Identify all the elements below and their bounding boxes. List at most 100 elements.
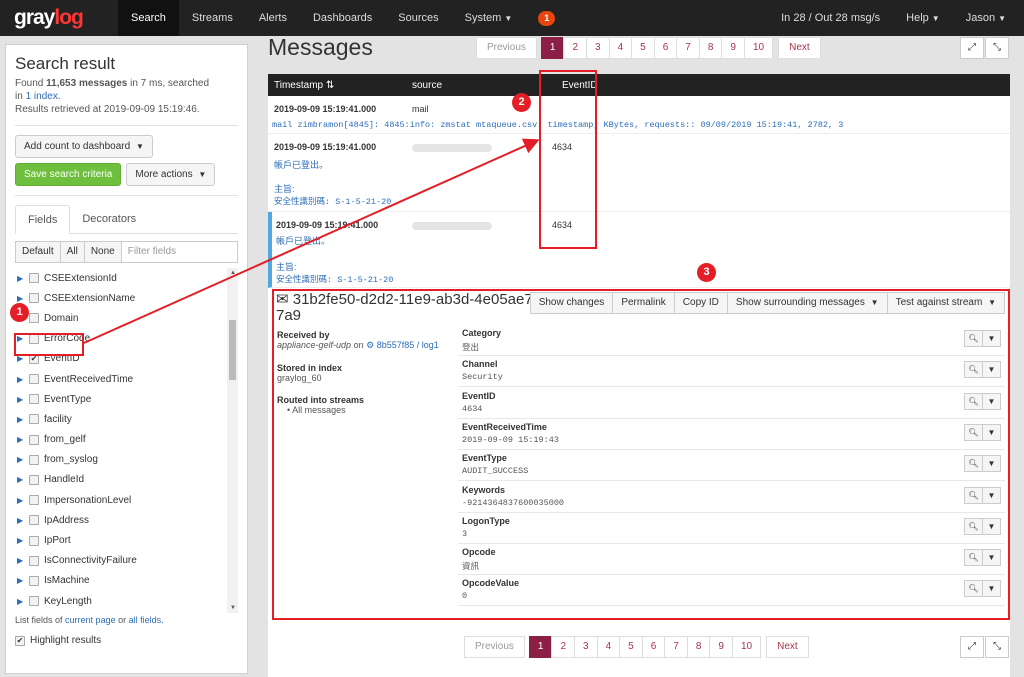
expand-triangle-icon[interactable]: ▶ [15, 475, 29, 484]
field-item[interactable]: ▶ IpPort [15, 530, 238, 550]
zoom-search-icon[interactable]: 🔍︎ [964, 549, 983, 567]
collapse-icon[interactable]: ⤡ [985, 37, 1009, 59]
throughput-indicator[interactable]: In 28 / Out 28 msg/s [768, 0, 893, 36]
nav-user[interactable]: Jason ▼ [953, 0, 1024, 36]
field-item[interactable]: ▶Domain [15, 308, 238, 328]
permalink-button[interactable]: Permalink [612, 292, 675, 314]
checkbox-checked-icon[interactable]: ✔ [29, 353, 39, 364]
node-link[interactable]: ⚙ 8b557f85 / log1 [366, 340, 439, 350]
col-timestamp[interactable]: Timestamp ⇅ [268, 80, 412, 91]
table-row-selected[interactable]: 2019-09-09 15:19:41.000 4634 帳戶已登出。 主旨: … [268, 212, 1010, 288]
pager-page[interactable]: 9 [721, 37, 745, 59]
pager-page[interactable]: 9 [709, 636, 733, 658]
zoom-search-icon[interactable]: 🔍︎ [964, 517, 983, 535]
expand-icon[interactable]: ⤢ [960, 37, 984, 59]
expand-triangle-icon[interactable]: ▶ [15, 496, 29, 505]
pager-page[interactable]: 10 [731, 636, 762, 658]
caret-down-icon[interactable]: ▼ [982, 423, 1001, 441]
sort-icon[interactable]: ⇅ [326, 80, 334, 91]
scroll-down-icon[interactable]: ▼ [230, 605, 236, 611]
col-source[interactable]: source [412, 80, 552, 91]
caret-down-icon[interactable]: ▼ [982, 517, 1001, 535]
pager-page[interactable]: 4 [608, 37, 633, 59]
all-fields-link[interactable]: all fields. [129, 615, 164, 625]
expand-icon[interactable]: ⤢ [960, 636, 984, 658]
checkbox-icon[interactable] [29, 434, 39, 445]
nav-alerts[interactable]: Alerts [246, 0, 300, 36]
checkbox-icon[interactable] [29, 374, 39, 385]
nav-streams[interactable]: Streams [179, 0, 246, 36]
checkbox-icon[interactable] [29, 293, 39, 304]
zoom-search-icon[interactable]: 🔍︎ [964, 580, 983, 598]
caret-down-icon[interactable]: ▼ [982, 330, 1001, 347]
checkbox-icon[interactable] [29, 414, 39, 425]
collapse-icon[interactable]: ⤡ [985, 636, 1009, 658]
expand-triangle-icon[interactable]: ▶ [15, 597, 29, 606]
pager-page[interactable]: 7 [664, 636, 688, 658]
add-count-button[interactable]: Add count to dashboard ▼ [15, 135, 153, 158]
caret-down-icon[interactable]: ▼ [982, 486, 1001, 504]
field-item[interactable]: ▶ EventType [15, 389, 238, 409]
filter-default-button[interactable]: Default [15, 241, 61, 263]
checkbox-icon[interactable] [29, 535, 39, 546]
notification-badge[interactable]: 1 [538, 11, 556, 26]
nav-system[interactable]: System ▼ [452, 0, 526, 36]
field-item[interactable]: ▶ IsMachine [15, 571, 238, 591]
col-eventid[interactable]: EventID [552, 80, 652, 91]
pager-page[interactable]: 2 [563, 37, 588, 59]
pager-page[interactable]: 6 [653, 37, 678, 59]
checkbox-icon[interactable] [29, 596, 39, 607]
notification-badge-wrap[interactable]: 1 [525, 0, 568, 36]
routed-stream-link[interactable]: • All messages [277, 405, 452, 415]
caret-down-icon[interactable]: ▼ [982, 361, 1001, 379]
checkbox-icon[interactable] [29, 273, 39, 284]
field-item[interactable]: ▶ ImpersonationLevel [15, 490, 238, 510]
nav-help[interactable]: Help ▼ [893, 0, 953, 36]
filter-fields-input[interactable]: Filter fields [121, 241, 238, 263]
caret-down-icon[interactable]: ▼ [982, 455, 1001, 473]
copy-id-button[interactable]: Copy ID [673, 292, 728, 314]
zoom-search-icon[interactable]: 🔍︎ [964, 330, 983, 347]
pager-page[interactable]: 2 [551, 636, 576, 658]
pager-previous[interactable]: Previous [476, 37, 537, 59]
caret-down-icon[interactable]: ▼ [982, 580, 1001, 598]
more-actions-button[interactable]: More actions ▼ [126, 163, 216, 186]
current-page-link[interactable]: current page [65, 615, 116, 625]
checkbox-icon[interactable] [29, 394, 39, 405]
checkbox-icon[interactable] [29, 313, 39, 324]
save-search-button[interactable]: Save search criteria [15, 163, 122, 186]
checkbox-icon[interactable] [29, 454, 39, 465]
show-surrounding-button[interactable]: Show surrounding messages ▼ [726, 292, 888, 314]
tab-fields[interactable]: Fields [15, 205, 71, 234]
field-item[interactable]: ▶ HandleId [15, 470, 238, 490]
zoom-search-icon[interactable]: 🔍︎ [964, 423, 983, 441]
show-changes-button[interactable]: Show changes [529, 292, 614, 314]
checkbox-icon[interactable] [29, 555, 39, 566]
pager-page[interactable]: 8 [686, 636, 711, 658]
field-item[interactable]: ▶ ✔ EventID [15, 349, 238, 369]
expand-triangle-icon[interactable]: ▶ [15, 516, 29, 525]
test-against-stream-button[interactable]: Test against stream ▼ [886, 292, 1005, 314]
checkbox-icon[interactable] [29, 515, 39, 526]
zoom-search-icon[interactable]: 🔍︎ [964, 455, 983, 473]
field-item[interactable]: ▶ facility [15, 409, 238, 429]
pager-next[interactable]: Next [778, 37, 821, 59]
table-row[interactable]: 2019-09-09 15:19:41.000 mail mail zimbra… [268, 96, 1010, 134]
pager-next[interactable]: Next [766, 636, 809, 658]
pager-previous[interactable]: Previous [464, 636, 525, 658]
field-item[interactable]: ▶ from_syslog [15, 450, 238, 470]
checkbox-icon[interactable] [29, 474, 39, 485]
table-row[interactable]: 2019-09-09 15:19:41.000 4634 帳戶已登出。 主旨: … [268, 134, 1010, 212]
zoom-search-icon[interactable]: 🔍︎ [964, 486, 983, 504]
filter-all-button[interactable]: All [59, 241, 85, 263]
highlight-results-toggle[interactable]: ✔ Highlight results [15, 635, 101, 646]
pager-page[interactable]: 5 [631, 37, 655, 59]
caret-down-icon[interactable]: ▼ [982, 549, 1001, 567]
pager-page[interactable]: 7 [676, 37, 700, 59]
nav-sources[interactable]: Sources [385, 0, 451, 36]
pager-page[interactable]: 1 [528, 636, 553, 658]
caret-down-icon[interactable]: ▼ [982, 392, 1001, 410]
expand-triangle-icon[interactable]: ▶ [15, 415, 29, 424]
field-item[interactable]: ▶ CSEExtensionId [15, 268, 238, 288]
nav-search[interactable]: Search [118, 0, 179, 36]
